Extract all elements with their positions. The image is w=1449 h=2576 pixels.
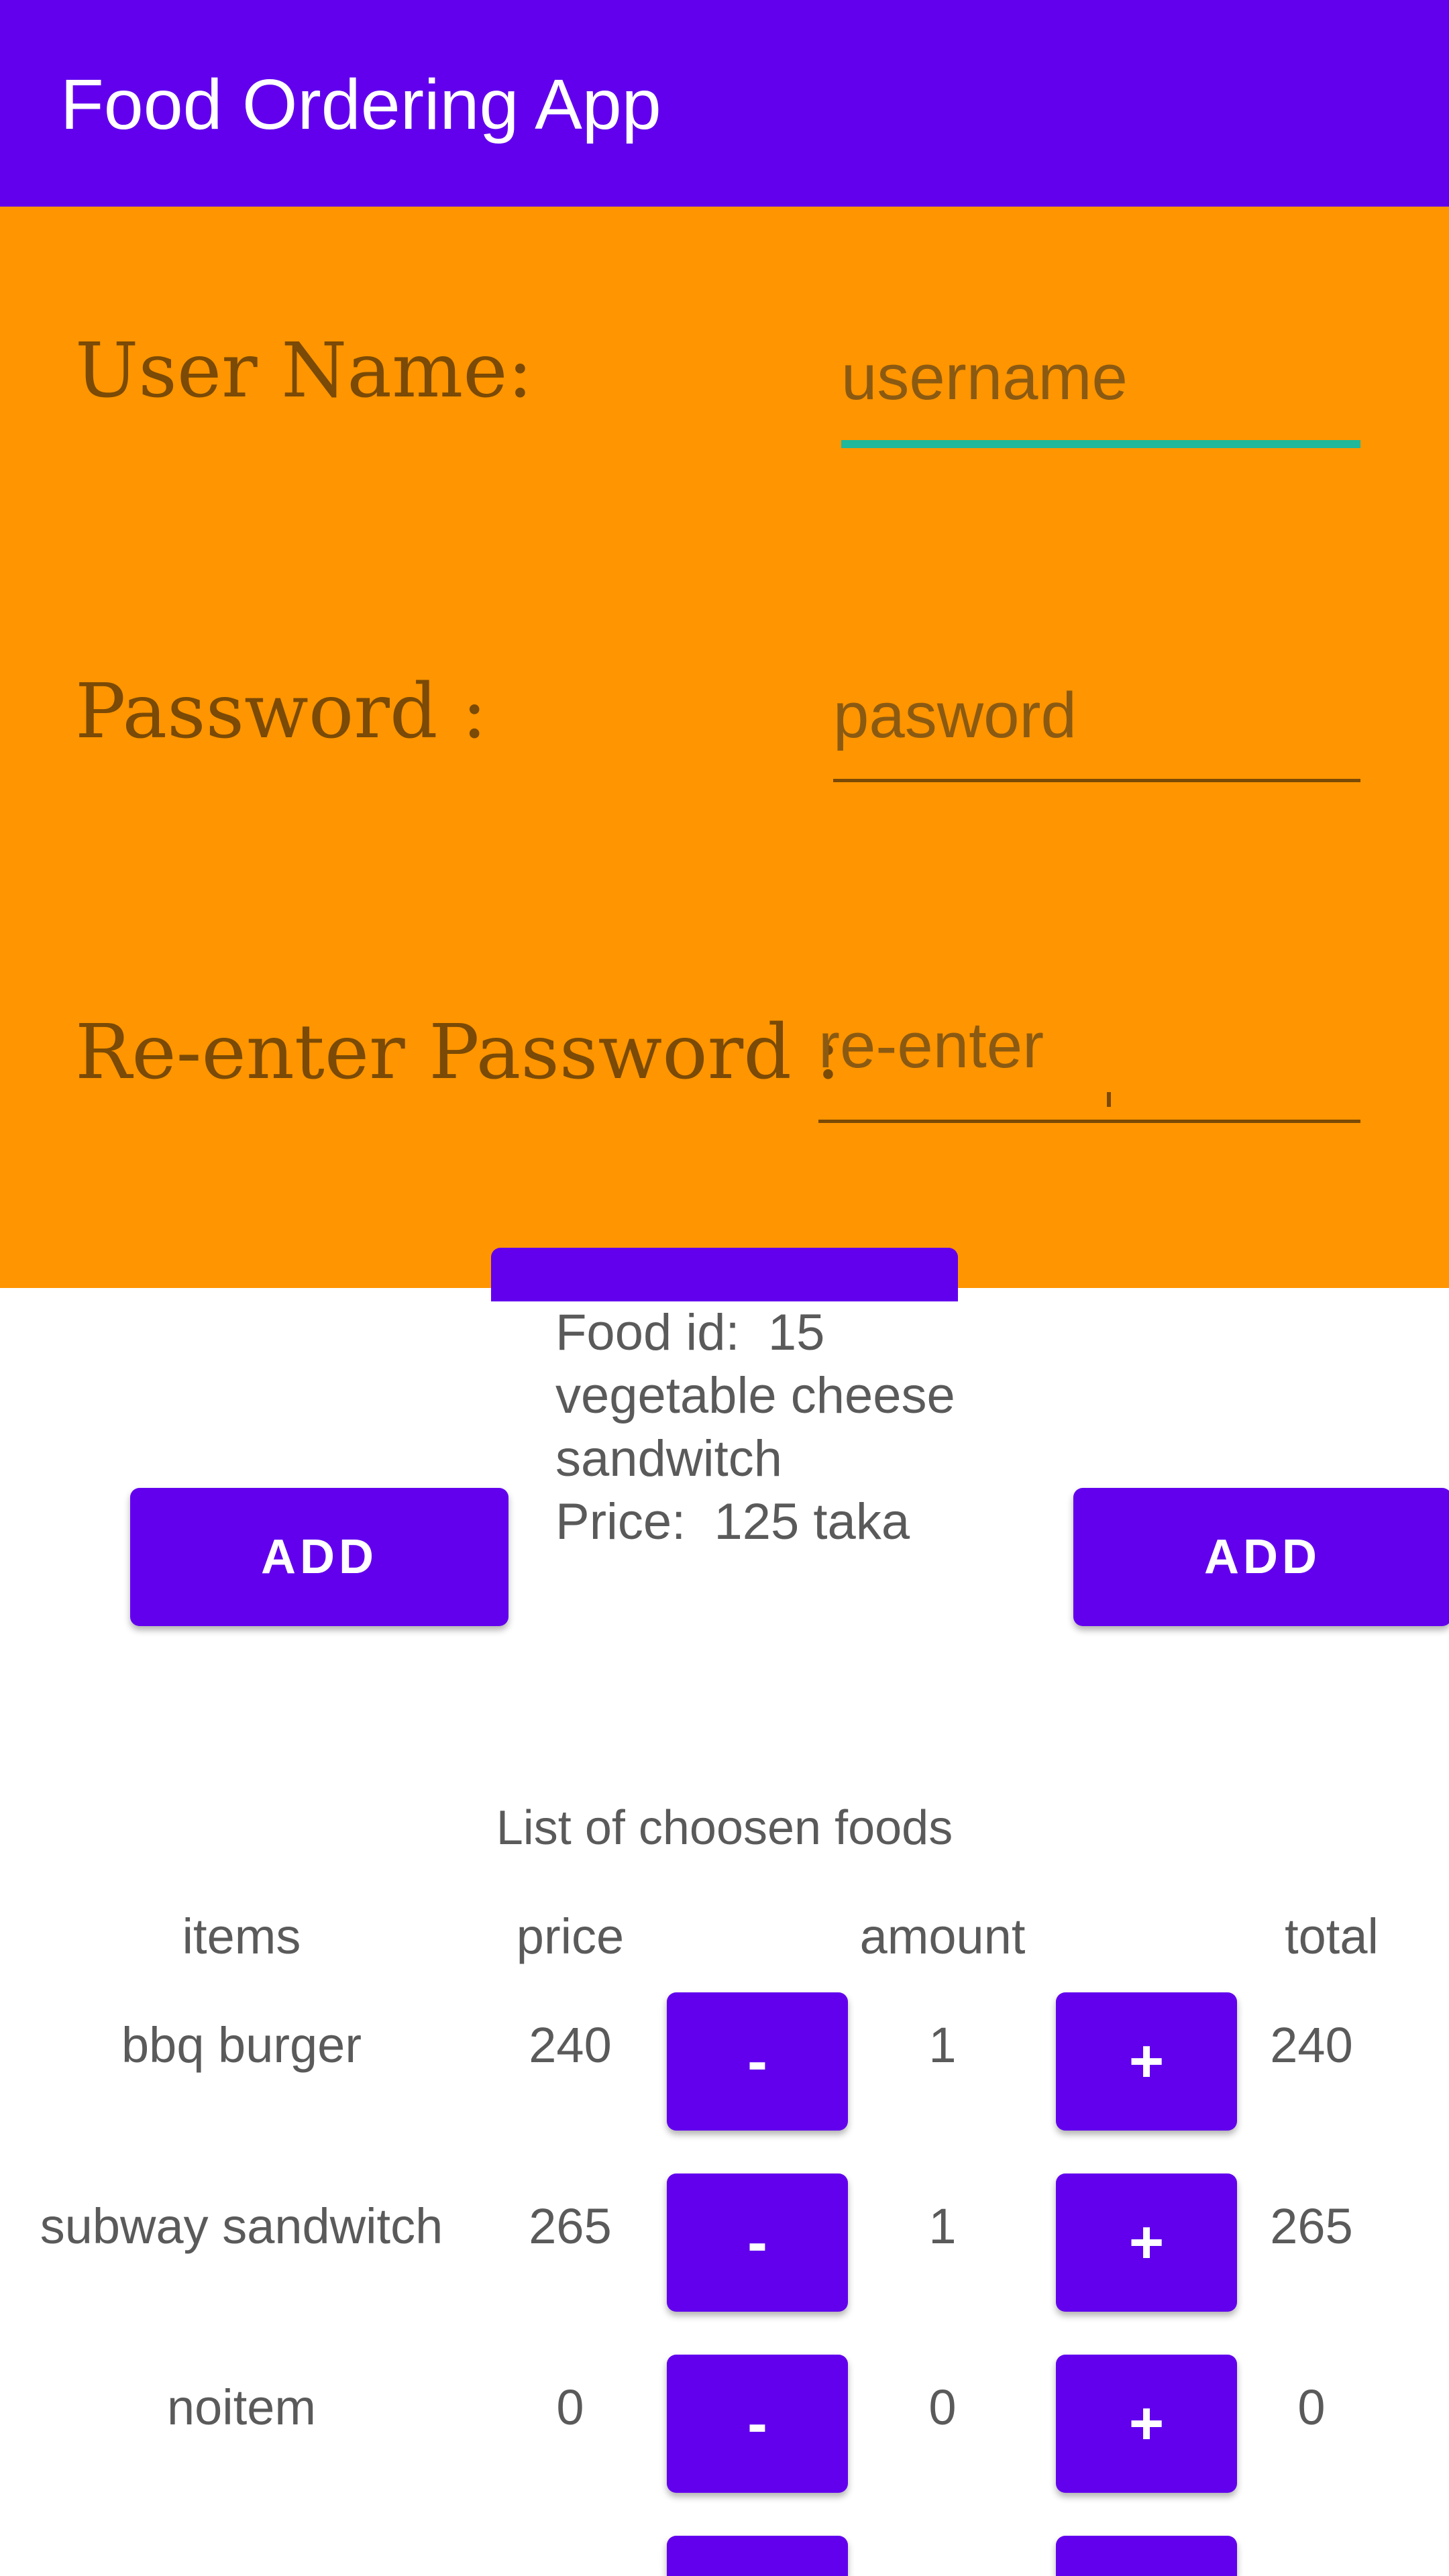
username-field[interactable] bbox=[841, 334, 1360, 448]
row1-price: 240 bbox=[529, 2017, 612, 2073]
app-bar: Food Ordering App bbox=[0, 0, 1449, 207]
add-button-right[interactable]: ADD bbox=[1073, 1488, 1449, 1626]
app-title: Food Ordering App bbox=[60, 65, 661, 144]
food-details: Food id: 15 vegetable cheese sandwitch P… bbox=[555, 1301, 1025, 1554]
food-id-label: Food id: bbox=[555, 1304, 740, 1361]
header-items: items bbox=[182, 1909, 301, 1964]
food-name-line2: sandwitch bbox=[555, 1430, 782, 1487]
register-button-partial[interactable] bbox=[491, 1248, 958, 1301]
row1-item: bbq burger bbox=[121, 2017, 362, 2073]
registration-form: User Name: Password : Re-enter Password … bbox=[0, 207, 1449, 1288]
add-button-left[interactable]: ADD bbox=[130, 1488, 508, 1626]
header-total: total bbox=[1285, 1909, 1379, 1964]
username-input[interactable] bbox=[841, 334, 1360, 421]
row3-price: 0 bbox=[556, 2379, 584, 2435]
row3-item: noitem bbox=[166, 2379, 317, 2435]
password-underline bbox=[833, 779, 1360, 782]
food-price-label: Price: bbox=[555, 1493, 686, 1550]
food-id-value: 15 bbox=[767, 1304, 825, 1361]
row3-total: 0 bbox=[1297, 2379, 1326, 2435]
row3-plus-button[interactable]: + bbox=[1056, 2355, 1237, 2493]
row2-price: 265 bbox=[529, 2198, 612, 2254]
chosen-foods-title: List of choosen foods bbox=[496, 1801, 953, 1855]
password-label: Password : bbox=[75, 668, 487, 755]
username-label: User Name: bbox=[75, 327, 533, 415]
food-price-value: 125 taka bbox=[714, 1493, 910, 1550]
row1-total: 240 bbox=[1270, 2017, 1353, 2073]
reenter-password-input[interactable] bbox=[818, 1002, 1360, 1089]
header-amount: amount bbox=[859, 1909, 1026, 1964]
row1-plus-button[interactable]: + bbox=[1056, 1992, 1237, 2131]
username-underline bbox=[841, 440, 1360, 448]
row1-minus-button[interactable]: - bbox=[667, 1992, 848, 2131]
reenter-underline bbox=[818, 1120, 1360, 1123]
row2-total: 265 bbox=[1270, 2198, 1353, 2254]
row3-minus-button[interactable]: - bbox=[667, 2355, 848, 2493]
header-price: price bbox=[516, 1909, 625, 1964]
row4-minus-button-partial[interactable] bbox=[667, 2536, 848, 2576]
row2-item: subway sandwitch bbox=[40, 2198, 443, 2254]
row4-plus-button-partial[interactable] bbox=[1056, 2536, 1237, 2576]
text-cursor-mark bbox=[1107, 1092, 1111, 1107]
password-input[interactable] bbox=[833, 672, 1360, 759]
row2-plus-button[interactable]: + bbox=[1056, 2174, 1237, 2312]
row1-amount: 1 bbox=[928, 2017, 957, 2073]
reenter-password-label: Re-enter Password : bbox=[75, 1009, 841, 1096]
row2-minus-button[interactable]: - bbox=[667, 2174, 848, 2312]
reenter-password-field[interactable] bbox=[818, 1002, 1360, 1123]
password-field[interactable] bbox=[833, 672, 1360, 782]
food-name-line1: vegetable cheese bbox=[555, 1367, 955, 1424]
row3-amount: 0 bbox=[928, 2379, 957, 2435]
row2-amount: 1 bbox=[928, 2198, 957, 2254]
